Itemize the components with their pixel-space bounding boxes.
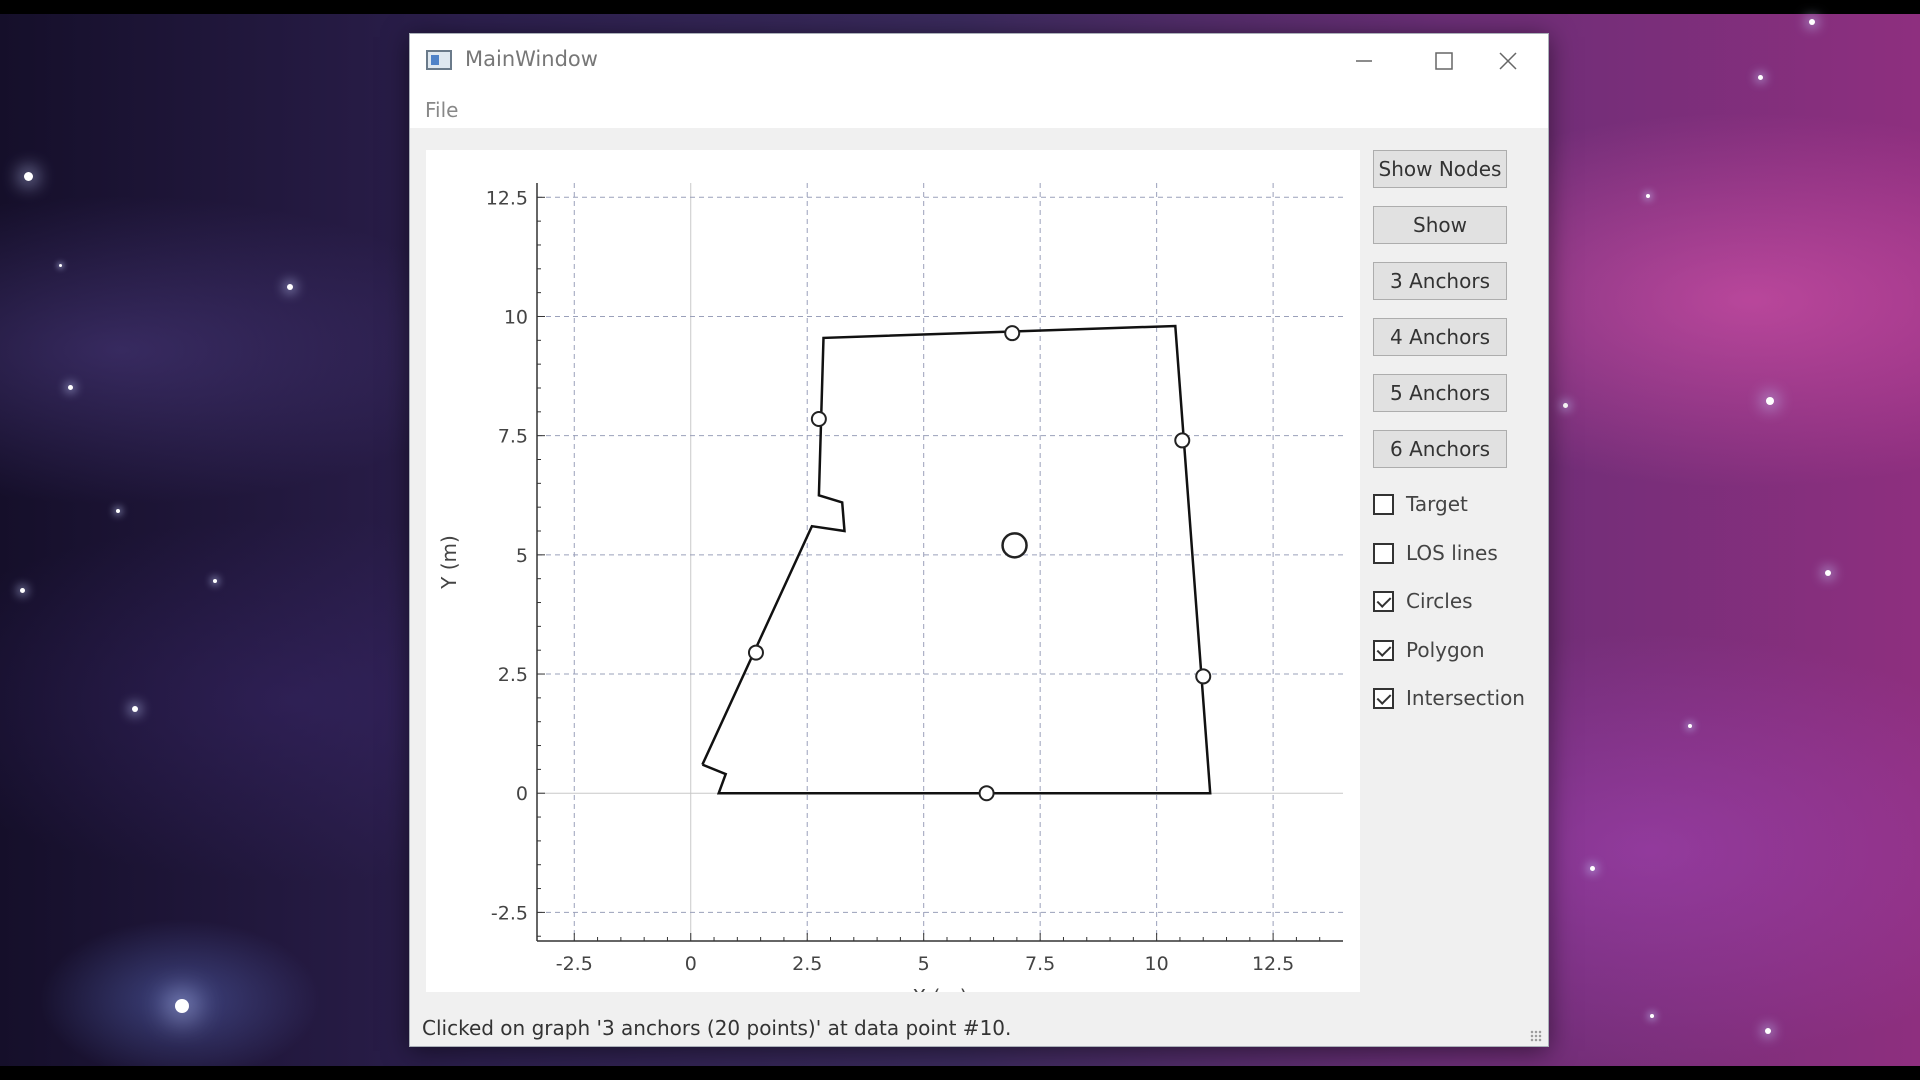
anchor-marker-1 <box>1195 668 1212 685</box>
circles-checkbox-row[interactable]: Circles <box>1373 586 1473 616</box>
y-tick-label: -2.5 <box>491 902 528 924</box>
maximize-icon <box>1435 52 1453 70</box>
star-14 <box>1765 1028 1771 1034</box>
star-8 <box>1757 74 1763 80</box>
status-message: Clicked on graph '3 anchors (20 points)'… <box>422 1016 1012 1040</box>
intersection-label: Intersection <box>1406 686 1525 710</box>
plot-area[interactable]: -2.5 0 2.5 5 7.5 10 12.5 -2.5 0 2.5 5 7.5 10 12.5 X (m… <box>426 150 1360 1009</box>
close-button[interactable] <box>1468 34 1548 88</box>
los-lines-checkbox-row[interactable]: LOS lines <box>1373 538 1498 568</box>
menu-bar: File <box>410 88 1548 128</box>
x-tick-label: 5 <box>918 953 930 975</box>
star-5 <box>213 579 217 583</box>
star-6 <box>175 999 189 1013</box>
main-window: MainWindow File -2.5 0 2.5 5 7.5 10 12.5 -2.5 0 2… <box>409 33 1549 1047</box>
x-axis-title: X (m) <box>912 985 967 992</box>
polygon-checkbox[interactable] <box>1373 639 1394 661</box>
y-tick-label: 10 <box>504 306 528 328</box>
close-icon <box>1499 52 1517 70</box>
x-tick-label: -2.5 <box>556 953 593 975</box>
four-anchors-button[interactable]: 4 Anchors <box>1373 318 1507 356</box>
star-16 <box>1562 402 1568 408</box>
los-lines-label: LOS lines <box>1406 541 1498 565</box>
intersection-checkbox-row[interactable]: Intersection <box>1373 683 1525 713</box>
app-window-icon <box>426 50 452 70</box>
anchor-marker-2 <box>1174 432 1191 449</box>
chart-svg[interactable]: -2.5 0 2.5 5 7.5 10 12.5 -2.5 0 2.5 5 7.5 10 12.5 X (m… <box>426 150 1360 1009</box>
target-label: Target <box>1406 492 1468 516</box>
resize-grip-icon[interactable] <box>1530 1030 1542 1042</box>
status-bar: Clicked on graph '3 anchors (20 points)'… <box>410 1006 1548 1046</box>
star-0 <box>23 171 33 181</box>
star-13 <box>1589 865 1595 871</box>
polygon-checkbox-row[interactable]: Polygon <box>1373 635 1485 665</box>
polygon-label: Polygon <box>1406 638 1485 662</box>
x-tick-label: 0 <box>685 953 697 975</box>
star-2 <box>67 384 73 390</box>
star-18 <box>116 509 120 513</box>
intersection-checkbox[interactable] <box>1373 687 1394 709</box>
minimize-icon <box>1356 60 1372 62</box>
circles-checkbox[interactable] <box>1373 590 1394 612</box>
star-15 <box>1650 1014 1654 1018</box>
y-tick-label: 12.5 <box>486 187 528 209</box>
x-tick-label: 12.5 <box>1252 953 1294 975</box>
target-checkbox[interactable] <box>1373 493 1394 515</box>
show-nodes-button[interactable]: Show Nodes <box>1373 150 1507 188</box>
y-tick-label: 0 <box>516 783 528 805</box>
polygon-line-0 <box>701 324 1212 795</box>
anchor-marker-0 <box>978 785 995 802</box>
star-4 <box>132 706 138 712</box>
x-tick-label: 7.5 <box>1025 953 1055 975</box>
window-title: MainWindow <box>465 47 598 71</box>
screen-top-border <box>0 0 1920 14</box>
anchor-marker-5 <box>747 644 764 661</box>
y-tick-label: 5 <box>516 545 528 567</box>
star-11 <box>1825 570 1831 576</box>
star-1 <box>287 284 293 290</box>
star-9 <box>1646 194 1650 198</box>
three-anchors-button[interactable]: 3 Anchors <box>1373 262 1507 300</box>
los-lines-checkbox[interactable] <box>1373 542 1394 564</box>
title-bar[interactable]: MainWindow <box>410 34 1548 88</box>
star-17 <box>58 263 62 267</box>
star-10 <box>1766 397 1774 405</box>
five-anchors-button[interactable]: 5 Anchors <box>1373 374 1507 412</box>
star-12 <box>1688 724 1692 728</box>
minimize-button[interactable] <box>1324 34 1404 88</box>
x-tick-label: 2.5 <box>792 953 822 975</box>
anchor-marker-3 <box>1004 325 1021 342</box>
show-button[interactable]: Show <box>1373 206 1507 244</box>
anchor-marker-4 <box>810 410 827 427</box>
star-3 <box>19 587 25 593</box>
six-anchors-button[interactable]: 6 Anchors <box>1373 430 1507 468</box>
target-marker <box>1001 532 1028 559</box>
target-checkbox-row[interactable]: Target <box>1373 489 1468 519</box>
y-axis-title: Y (m) <box>437 535 461 590</box>
screen-bottom-border <box>0 1066 1920 1080</box>
star-7 <box>1809 19 1815 25</box>
menu-file[interactable]: File <box>425 98 458 122</box>
y-tick-label: 2.5 <box>498 664 528 686</box>
circles-label: Circles <box>1406 589 1473 613</box>
x-tick-label: 10 <box>1145 953 1169 975</box>
y-tick-label: 7.5 <box>498 426 528 448</box>
